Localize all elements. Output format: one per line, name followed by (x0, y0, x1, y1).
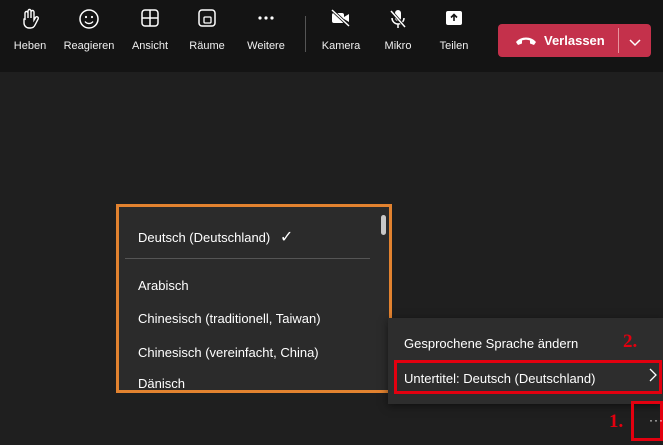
ellipsis-icon (239, 8, 293, 38)
menu-divider (125, 258, 370, 259)
highlight-box-subtitles (394, 360, 662, 394)
camera-label: Kamera (321, 40, 361, 52)
rooms-icon (180, 8, 234, 38)
share-label: Teilen (439, 40, 469, 52)
mic-label: Mikro (384, 40, 412, 52)
language-item[interactable]: Dänisch (138, 376, 185, 391)
react-label: Reagieren (63, 40, 115, 52)
language-list[interactable]: Deutsch (Deutschland) ✓ Arabisch Chinesi… (119, 207, 390, 391)
language-selected-label: Deutsch (Deutschland) (138, 230, 271, 245)
grid-view-icon (123, 8, 177, 38)
camera-off-icon (314, 8, 368, 38)
more-actions-button[interactable]: Weitere (239, 8, 293, 64)
react-button[interactable]: Reagieren (62, 8, 116, 64)
hang-up-icon (514, 33, 538, 52)
checkmark-icon: ✓ (279, 229, 294, 246)
meeting-toolbar: Heben Reagieren Ansicht Räume Weitere Ka… (0, 0, 663, 72)
step-1-annotation: 1. (609, 411, 624, 432)
leave-options-button[interactable] (619, 24, 651, 57)
raise-hand-button[interactable]: Heben (3, 8, 57, 64)
share-button[interactable]: Teilen (427, 8, 481, 64)
change-spoken-language-item[interactable]: Gesprochene Sprache ändern (404, 336, 578, 351)
toolbar-divider (305, 16, 306, 52)
language-item[interactable]: Chinesisch (vereinfacht, China) (138, 345, 319, 360)
view-button[interactable]: Ansicht (123, 8, 177, 64)
language-selected-item[interactable]: Deutsch (Deutschland) ✓ (138, 227, 293, 247)
hand-icon (3, 8, 57, 38)
leave-label: Verlassen (544, 33, 605, 48)
chevron-down-icon (628, 35, 642, 53)
share-screen-icon (427, 8, 481, 38)
mic-off-icon (371, 8, 425, 38)
smiley-icon (62, 8, 116, 38)
leave-button[interactable]: Verlassen (498, 24, 618, 57)
raise-hand-label: Heben (13, 40, 47, 52)
more-actions-label: Weitere (247, 40, 285, 52)
rooms-button[interactable]: Räume (180, 8, 234, 64)
language-item[interactable]: Chinesisch (traditionell, Taiwan) (138, 311, 321, 326)
more-options-button[interactable]: ··· (649, 413, 663, 427)
rooms-label: Räume (189, 40, 225, 52)
scrollbar-thumb[interactable] (381, 215, 386, 235)
view-label: Ansicht (131, 40, 169, 52)
language-item[interactable]: Arabisch (138, 278, 189, 293)
camera-button[interactable]: Kamera (314, 8, 368, 64)
leave-split-button: Verlassen (498, 24, 651, 57)
step-2-annotation: 2. (623, 331, 638, 352)
mic-button[interactable]: Mikro (371, 8, 425, 64)
